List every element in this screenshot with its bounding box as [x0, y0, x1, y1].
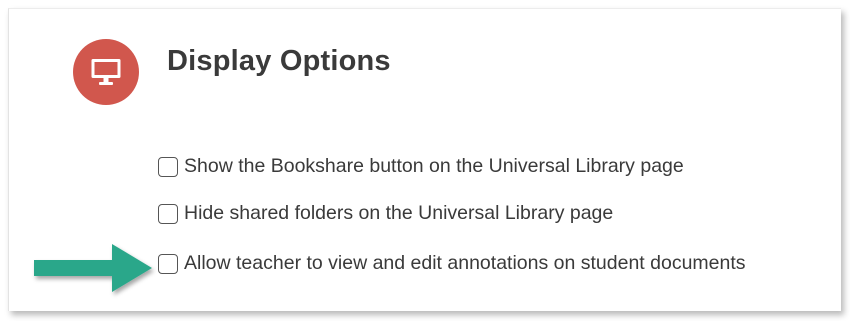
monitor-icon — [91, 59, 121, 85]
option-hide-shared-folders[interactable]: Hide shared folders on the Universal Lib… — [158, 202, 613, 225]
show-bookshare-label: Show the Bookshare button on the Univers… — [184, 155, 684, 177]
display-options-badge — [73, 39, 139, 105]
arrow-right-icon — [34, 244, 152, 292]
section-title: Display Options — [167, 45, 391, 77]
allow-teacher-annotations-label: Allow teacher to view and edit annotatio… — [184, 252, 746, 274]
hide-shared-folders-checkbox[interactable] — [158, 203, 178, 224]
option-show-bookshare-button[interactable]: Show the Bookshare button on the Univers… — [158, 155, 684, 178]
allow-teacher-annotations-checkbox[interactable] — [158, 253, 178, 274]
hide-shared-folders-label: Hide shared folders on the Universal Lib… — [184, 202, 614, 224]
show-bookshare-checkbox[interactable] — [158, 156, 178, 177]
option-allow-teacher-annotations[interactable]: Allow teacher to view and edit annotatio… — [158, 252, 746, 275]
